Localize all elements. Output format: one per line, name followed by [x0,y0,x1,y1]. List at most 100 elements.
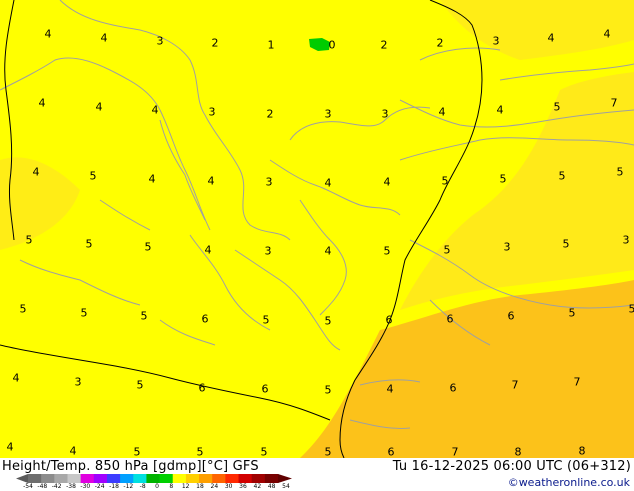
colorbar-segment [146,474,160,483]
colorbar-tick-label: -30 [80,484,90,490]
contour-label: 4 [325,178,332,189]
colorbar-tick-label: -48 [37,484,47,490]
contour-label: 5 [263,315,270,326]
map-layer [0,0,634,458]
contour-label: 3 [266,177,273,188]
contour-label: 5 [261,447,268,458]
contour-label: 5 [617,167,624,178]
contour-label: 3 [157,36,164,47]
contour-label: 5 [134,447,141,458]
colorbar-tick-label: 24 [211,484,219,490]
warm-area-orange [300,280,634,458]
contour-label: 2 [267,109,274,120]
colorbar-segment [199,474,213,483]
contour-label: 5 [141,311,148,322]
colorbar-segment [81,474,95,483]
colorbar-tick-label: -38 [66,484,76,490]
colorbar-tick-label: 42 [254,484,262,490]
colorbar-segment [41,474,55,483]
contour-label: 4 [205,245,212,256]
contour-label: 5 [90,171,97,182]
contour-label: 6 [450,383,457,394]
contour-label: 3 [209,107,216,118]
contour-label: 5 [442,176,449,187]
contour-label: 4 [387,384,394,395]
contour-label: 5 [500,174,507,185]
contour-label: 5 [86,239,93,250]
colorbar-segment [225,474,239,483]
colorbar-segment [186,474,200,483]
colorbar-tick-label: 8 [169,484,173,490]
contour-label: 6 [202,314,209,325]
colorbar-segment [160,474,174,483]
contour-label: 3 [493,36,500,47]
colorbar-segment [133,474,147,483]
colorbar-tick-label: 12 [182,484,190,490]
contour-label: 5 [559,171,566,182]
contour-label: 3 [265,246,272,257]
contour-label: 5 [145,242,152,253]
colorbar-segment [67,474,81,483]
contour-label: 6 [262,384,269,395]
colorbar-tick-label: -24 [95,484,105,490]
contour-label: 6 [447,314,454,325]
colorbar-segment [212,474,226,483]
colorbar-tick-label: 30 [225,484,233,490]
colorbar-segment [252,474,266,483]
run-info: Tu 16-12-2025 06:00 UTC (06+312) [393,459,631,474]
contour-label: 0 [329,40,336,51]
colorbar-tick-label: 18 [196,484,204,490]
colorbar-segment [28,474,42,483]
contour-label: 5 [81,308,88,319]
cold-patch-green [309,38,330,51]
contour-label: 6 [388,447,395,458]
contour-label: 7 [611,98,618,109]
colorbar-segment [107,474,121,483]
contour-label: 3 [504,242,511,253]
contour-label: 4 [384,177,391,188]
contour-label: 5 [569,308,576,319]
contour-label: 4 [33,167,40,178]
contour-label: 5 [325,385,332,396]
contour-label: 7 [452,447,459,458]
colorbar [16,474,292,483]
contour-label: 4 [7,442,14,453]
warm-area-light-2 [0,157,80,250]
contour-label: 4 [45,29,52,40]
colorbar-segment [120,474,134,483]
colorbar-tick-label: -42 [52,484,62,490]
contour-label: 4 [39,98,46,109]
contour-label: 6 [386,315,393,326]
chart-title: Height/Temp. 850 hPa [gdmp][°C] GFS [2,459,259,474]
contour-label: 2 [212,38,219,49]
map-area[interactable]: 4432102234444432334457454434455555554345… [0,0,634,458]
contour-label: 4 [439,107,446,118]
contour-label: 6 [199,383,206,394]
contour-label: 2 [437,38,444,49]
contour-label: 4 [497,105,504,116]
colorbar-tick-label: 54 [282,484,290,490]
contour-label: 4 [101,33,108,44]
colorbar-arrow-left [16,474,28,483]
colorbar-segment [54,474,68,483]
contour-label: 5 [384,246,391,257]
credit-link[interactable]: ©weatheronline.co.uk [508,476,630,489]
contour-label: 1 [268,40,275,51]
colorbar-segment [173,474,187,483]
contour-label: 5 [26,235,33,246]
contour-label: 4 [208,176,215,187]
contour-label: 3 [623,235,630,246]
contour-label: 6 [508,311,515,322]
colorbar-segment [265,474,279,483]
footer: Height/Temp. 850 hPa [gdmp][°C] GFS Tu 1… [0,458,634,490]
contour-label: 4 [604,29,611,40]
contour-label: 4 [152,105,159,116]
contour-label: 3 [75,377,82,388]
colorbar-tick-label: -8 [140,484,146,490]
colorbar-tick-label: 36 [239,484,247,490]
colorbar-tick-label: -18 [109,484,119,490]
contour-label: 4 [149,174,156,185]
contour-label: 5 [554,102,561,113]
colorbar-tick-label: 48 [268,484,276,490]
colorbar-segment [239,474,253,483]
